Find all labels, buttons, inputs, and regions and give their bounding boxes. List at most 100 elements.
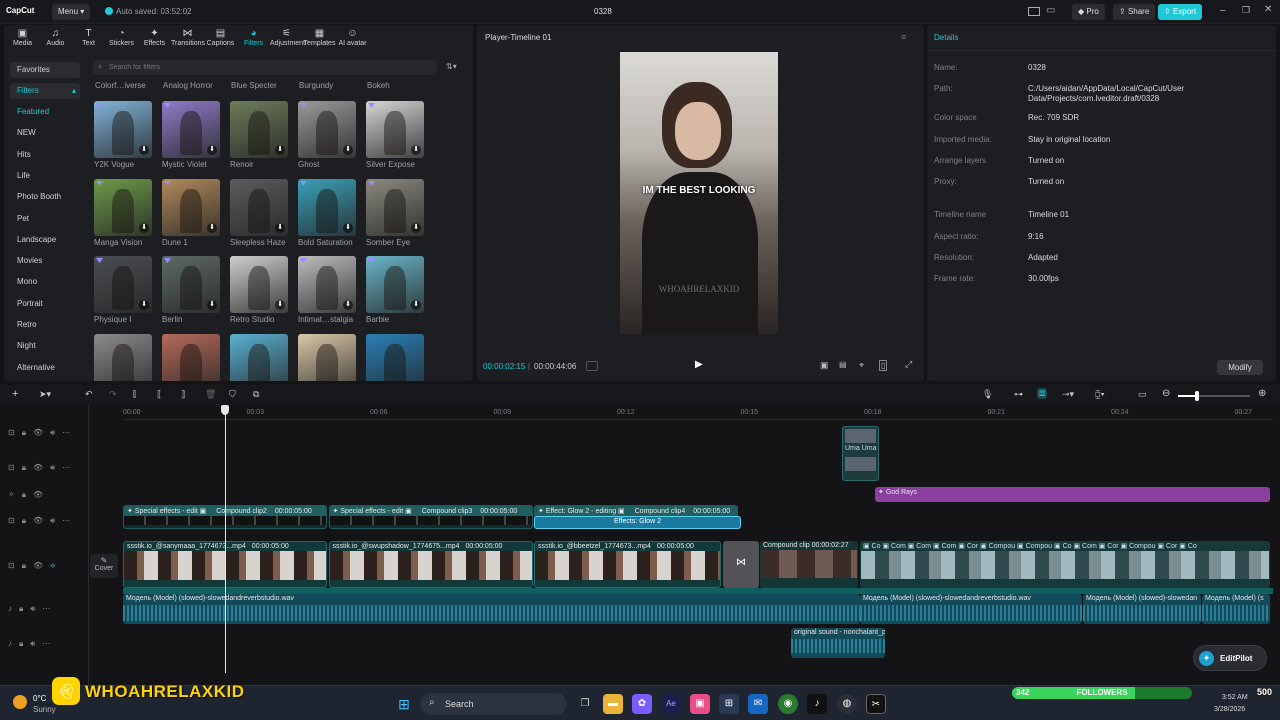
trim-right-icon[interactable]: ⟧ xyxy=(181,389,185,400)
store-icon[interactable]: ⊞ xyxy=(719,694,739,714)
sidebar-item-mono[interactable]: Mono xyxy=(10,274,80,290)
download-icon[interactable]: ⬇ xyxy=(139,145,149,155)
sidebar-item-hits[interactable]: Hits xyxy=(10,147,80,163)
filter-label-top[interactable]: Colorf…iverse xyxy=(95,81,157,90)
sidebar-item-portrait[interactable]: Portrait xyxy=(10,296,80,312)
tiktok-icon[interactable]: ♪ xyxy=(807,694,827,714)
tool-filters[interactable]: ◕ Filters xyxy=(237,25,270,51)
photos-icon[interactable]: ▣ xyxy=(690,694,710,714)
sidebar-item-pet[interactable]: Pet xyxy=(10,211,80,227)
audio-clip-main[interactable]: Модель (Model) (slowed)-slowedandreverbs… xyxy=(123,594,860,624)
tool-effects[interactable]: ✦ Effects xyxy=(138,25,171,51)
sidebar-item-new[interactable]: NEW xyxy=(10,125,80,141)
filter-thumbnail[interactable] xyxy=(230,333,288,381)
sidebar-item-photo-booth[interactable]: Photo Booth xyxy=(10,189,80,205)
filter-card[interactable]: ⬇ Y2K Vogue xyxy=(94,101,152,169)
track-controls-main[interactable]: ⊡ 🔒︎ 👁︎ ⟡ xyxy=(8,561,55,573)
download-icon[interactable]: ⬇ xyxy=(411,222,421,233)
tool-captions[interactable]: ▤ Captions xyxy=(204,25,237,51)
tool-transitions[interactable]: ⋈ Transitions xyxy=(171,25,205,51)
filter-thumbnail[interactable]: ⬇ xyxy=(94,178,152,236)
ratio-icon[interactable]: ▣ xyxy=(820,360,829,371)
filter-thumbnail[interactable] xyxy=(298,333,356,381)
download-icon[interactable]: ⬇ xyxy=(207,145,217,155)
microphone-icon[interactable]: 🎙 xyxy=(982,389,993,400)
video-clip[interactable]: ssstik.io_@swupshadow_1774675...mp4 00:00… xyxy=(328,541,533,588)
filter-search-input[interactable] xyxy=(109,62,429,73)
obs-icon[interactable]: ◍ xyxy=(837,694,857,714)
filter-card[interactable]: ⬇ Silver Expose xyxy=(366,101,424,169)
taskbar-search[interactable]: ⌕ Search xyxy=(421,693,567,715)
tool-audio[interactable]: ♫ Audio xyxy=(39,25,72,51)
download-icon[interactable]: ⬇ xyxy=(411,145,421,155)
download-icon[interactable]: ⬇ xyxy=(343,145,353,155)
download-icon[interactable]: ⬇ xyxy=(275,145,285,155)
filter-card[interactable]: ⬇ Manga Vision xyxy=(94,178,152,247)
filter-thumbnail[interactable]: ⬇ xyxy=(230,178,288,236)
preview-axis-icon[interactable]: ⧮▾ xyxy=(1095,389,1105,400)
cover-button[interactable]: ✎ Cover xyxy=(90,554,118,578)
redo-icon[interactable]: ↷ xyxy=(109,389,117,400)
filter-card[interactable] xyxy=(298,333,356,381)
effect-compound-clip[interactable]: ✦ Special effects - edit ▣ Compound clip… xyxy=(328,505,533,529)
track-controls-4[interactable]: ⊡ 🔒︎ 👁︎ 🔊︎ ⋯ xyxy=(8,516,70,528)
audio-clip-right[interactable]: Модель (Model) (slowed)-slowedan xyxy=(1083,594,1201,624)
sidebar-item-night[interactable]: Night xyxy=(10,338,80,354)
video-preview[interactable]: IM THE BEST LOOKING WHOAHRELAXKID xyxy=(620,52,778,334)
audio-clip-far[interactable]: Модель (Model) (s xyxy=(1202,594,1270,624)
sidebar-item-landscape[interactable]: Landscape xyxy=(10,232,80,248)
sidebar-item-life[interactable]: Life xyxy=(10,168,80,184)
filter-card[interactable]: ⬇ Intimat…stalgia xyxy=(298,256,356,324)
track-controls-audio-2[interactable]: ♪ 🔒︎ 🔊︎ ⋯ xyxy=(8,639,50,651)
sidebar-item-retro[interactable]: Retro xyxy=(10,317,80,333)
audio-clip-mid[interactable]: Модель (Model) (slowed)-slowedandreverbs… xyxy=(860,594,1082,624)
chrome-icon[interactable]: ◉ xyxy=(778,694,798,714)
track-controls-2[interactable]: ⊡ 🔒︎ 👁︎ 🔊︎ ⋯ xyxy=(8,463,70,475)
zoom-out-icon[interactable]: ⊖ xyxy=(1162,388,1170,399)
filter-label-top[interactable]: Blue Specter xyxy=(231,81,293,90)
modify-button[interactable]: Modify xyxy=(1217,360,1263,375)
delete-icon[interactable]: 🗑 xyxy=(205,389,216,400)
pro-button[interactable]: ◆ Pro xyxy=(1072,4,1105,20)
share-button[interactable]: ⇪ Share xyxy=(1113,4,1156,20)
download-icon[interactable]: ⬇ xyxy=(275,222,285,233)
filter-card[interactable]: ⬇ Somber Eye xyxy=(366,178,424,247)
filter-thumbnail[interactable]: ⬇ xyxy=(162,101,220,158)
download-icon[interactable]: ⬇ xyxy=(139,222,149,233)
undo-icon[interactable]: ↶ xyxy=(85,389,93,400)
track-controls-3[interactable]: ✧ 🔒︎ 👁︎ xyxy=(8,490,43,502)
filter-card[interactable] xyxy=(230,333,288,381)
sidebar-item-alternative[interactable]: Alternative xyxy=(10,360,80,376)
capcut-taskbar-icon[interactable]: ✂ xyxy=(866,694,886,714)
filter-thumbnail[interactable]: ⬇ xyxy=(298,178,356,236)
tool-templates[interactable]: ▦ Templates xyxy=(303,25,336,51)
filter-thumbnail[interactable]: ⬇ xyxy=(94,101,152,158)
playhead-handle[interactable] xyxy=(221,405,229,415)
full-icon[interactable]: ▤ xyxy=(839,360,847,369)
filter-thumbnail[interactable] xyxy=(366,333,424,381)
close-icon[interactable]: ✕ xyxy=(1264,4,1272,15)
split-icon[interactable]: ⫿ xyxy=(133,389,136,400)
video-clip[interactable]: ssstik.io_@bbeetzel_1774673...mp4 00:00:0… xyxy=(534,541,721,588)
filter-thumbnail[interactable]: ⬇ xyxy=(298,256,356,313)
zoom-slider[interactable] xyxy=(1178,391,1250,401)
filter-thumbnail[interactable]: ⬇ xyxy=(230,101,288,158)
sidebar-item-movies[interactable]: Movies xyxy=(10,253,80,269)
filter-thumbnail[interactable]: ⬇ xyxy=(366,256,424,313)
small-clip-stack[interactable]: Uma Uma xyxy=(842,426,879,481)
chain-icon[interactable]: ⊸▾ xyxy=(1062,389,1074,400)
magnet-icon[interactable]: ⧈ xyxy=(1037,388,1048,399)
fullscreen-icon[interactable]: ⤢ xyxy=(905,359,912,370)
caption-icon[interactable]: ▭ xyxy=(1138,389,1147,400)
tool-text[interactable]: T Text xyxy=(72,25,105,51)
filter-card[interactable]: ⬇ Mystic Violet xyxy=(162,101,220,169)
copilot-icon[interactable]: ✿ xyxy=(632,694,652,714)
filter-card[interactable]: ⬇ Dune 1 xyxy=(162,178,220,247)
play-button[interactable]: ▶ xyxy=(695,359,703,370)
sidebar-item-featured[interactable]: Featured xyxy=(10,104,80,120)
original-sound-clip[interactable]: original sound - nonchalant_pe xyxy=(791,628,885,658)
filter-thumbnail[interactable]: ⬇ xyxy=(162,256,220,313)
playhead[interactable] xyxy=(225,405,226,673)
tool-adjustment[interactable]: ⚟ Adjustment xyxy=(270,25,305,51)
filter-card[interactable] xyxy=(162,333,220,381)
